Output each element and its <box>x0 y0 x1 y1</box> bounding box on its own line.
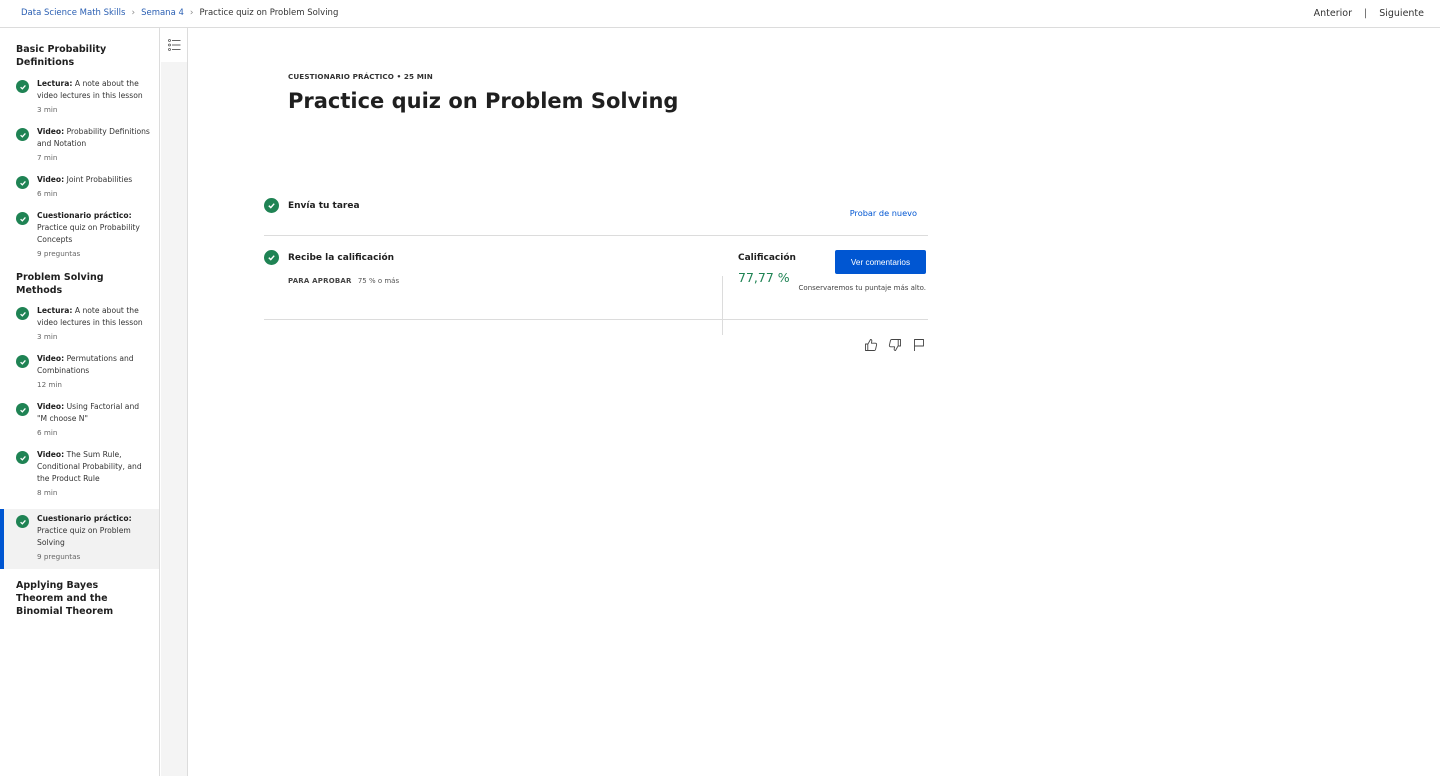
item-meta: 3 min <box>37 105 58 114</box>
outline-toggle-button[interactable] <box>161 28 187 62</box>
check-icon <box>264 250 279 265</box>
item-type: Video: <box>37 450 65 459</box>
divider <box>722 276 723 335</box>
thumbs-down-icon[interactable] <box>888 338 902 352</box>
sidebar-item-video[interactable]: Video: The Sum Rule, Conditional Probabi… <box>0 449 159 509</box>
step-title: Recibe la calificación <box>288 253 395 263</box>
check-icon <box>16 355 29 368</box>
item-title: Joint Probabilities <box>66 175 133 184</box>
item-meta: 6 min <box>37 189 58 198</box>
item-type: Video: <box>37 175 65 184</box>
sidebar-item-quiz-active[interactable]: Cuestionario práctico: Practice quiz on … <box>0 509 159 569</box>
flag-icon[interactable] <box>912 338 926 352</box>
receive-grade-row: Recibe la calificación PARA APROBAR 75 %… <box>264 250 928 335</box>
pass-requirement: PARA APROBAR 75 % o más <box>288 277 399 285</box>
check-icon <box>16 128 29 141</box>
pass-label: PARA APROBAR <box>288 277 352 285</box>
thumbs-up-icon[interactable] <box>864 338 878 352</box>
item-type: Video: <box>37 354 65 363</box>
check-icon <box>16 307 29 320</box>
chevron-right-icon: › <box>189 8 194 18</box>
item-navigation: Anterior | Siguiente <box>1314 8 1424 19</box>
item-meta: 3 min <box>37 332 58 341</box>
section-title[interactable]: Problem Solving Methods <box>0 271 159 297</box>
item-type: Video: <box>37 402 65 411</box>
keep-highest-note: Conservaremos tu puntaje más alto. <box>798 284 926 292</box>
chevron-right-icon: › <box>131 8 136 18</box>
sidebar-toggle-column <box>161 28 188 776</box>
nav-separator: | <box>1364 8 1368 19</box>
item-eyebrow: CUESTIONARIO PRÁCTICO • 25 MIN <box>288 72 433 81</box>
item-type: Cuestionario práctico: <box>37 211 132 220</box>
feedback-icons <box>864 338 936 352</box>
check-icon <box>264 198 279 213</box>
item-title: Practice quiz on Problem Solving <box>37 526 131 547</box>
top-bar: Data Science Math Skills › Semana 4 › Pr… <box>0 0 1440 28</box>
previous-link[interactable]: Anterior <box>1314 8 1352 19</box>
step-title: Envía tu tarea <box>288 201 360 211</box>
pass-value: 75 % o más <box>357 277 400 285</box>
next-link[interactable]: Siguiente <box>1379 8 1424 19</box>
item-meta: 6 min <box>37 428 58 437</box>
item-type: Video: <box>37 127 65 136</box>
section-title[interactable]: Applying Bayes Theorem and the Binomial … <box>0 579 159 618</box>
item-meta: 12 min <box>37 380 62 389</box>
list-icon <box>167 36 181 55</box>
sidebar-item-video[interactable]: Video: Using Factorial and "M choose N" … <box>0 401 159 449</box>
check-icon <box>16 451 29 464</box>
course-outline-sidebar: Basic Probability Definitions Lectura: A… <box>0 28 160 776</box>
check-icon <box>16 212 29 225</box>
check-icon <box>16 403 29 416</box>
section-title[interactable]: Basic Probability Definitions <box>0 43 159 69</box>
page-title: Practice quiz on Problem Solving <box>288 89 679 113</box>
item-meta: 9 preguntas <box>37 249 81 258</box>
item-type: Cuestionario práctico: <box>37 514 132 523</box>
retry-link[interactable]: Probar de nuevo <box>850 208 917 218</box>
item-meta: 7 min <box>37 153 58 162</box>
submit-assignment-row: Envía tu tarea Probar de nuevo <box>264 198 928 236</box>
item-meta: 9 preguntas <box>37 552 81 561</box>
sidebar-item-reading[interactable]: Lectura: A note about the video lectures… <box>0 305 159 353</box>
sidebar-item-video[interactable]: Video: Joint Probabilities 6 min <box>0 174 159 210</box>
sidebar-item-reading[interactable]: Lectura: A note about the video lectures… <box>0 78 159 126</box>
check-icon <box>16 176 29 189</box>
breadcrumb-course-link[interactable]: Data Science Math Skills <box>21 8 125 18</box>
sidebar-item-video[interactable]: Video: Probability Definitions and Notat… <box>0 126 159 174</box>
sidebar-item-quiz[interactable]: Cuestionario práctico: Practice quiz on … <box>0 210 159 270</box>
item-type: Lectura: <box>37 306 73 315</box>
check-icon <box>16 515 29 528</box>
grade-label: Calificación <box>738 253 796 263</box>
check-icon <box>16 80 29 93</box>
breadcrumb-week-link[interactable]: Semana 4 <box>141 8 184 18</box>
breadcrumb: Data Science Math Skills › Semana 4 › Pr… <box>21 8 338 18</box>
sidebar-item-video[interactable]: Video: Permutations and Combinations 12 … <box>0 353 159 401</box>
grade-value: 77,77 % <box>738 270 790 285</box>
view-feedback-button[interactable]: Ver comentarios <box>835 250 926 274</box>
main-content: CUESTIONARIO PRÁCTICO • 25 MIN Practice … <box>189 28 1440 776</box>
item-meta: 8 min <box>37 488 58 497</box>
item-type: Lectura: <box>37 79 73 88</box>
breadcrumb-current: Practice quiz on Problem Solving <box>199 8 339 18</box>
item-title: Practice quiz on Probability Concepts <box>37 223 140 244</box>
